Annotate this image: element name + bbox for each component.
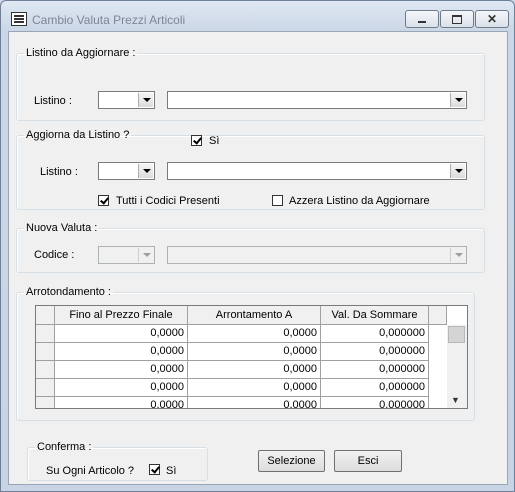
arrotondamento-legend: Arrotondamento : xyxy=(26,286,111,298)
aggiorna-si-label: Sì xyxy=(209,135,220,147)
conferma-group: Conferma : Su Ogni Articolo ? Sì xyxy=(27,441,208,481)
column-header[interactable]: Arrontamento A xyxy=(188,306,321,325)
arrotondamento-grid[interactable]: Fino al Prezzo Finale Arrontamento A Val… xyxy=(35,305,468,409)
grid-corner xyxy=(36,306,55,325)
close-button[interactable]: ✕ xyxy=(475,10,509,28)
chevron-down-icon[interactable] xyxy=(138,164,153,178)
listino-da-aggiornare-group: Listino da Aggiornare : Listino : xyxy=(16,47,485,121)
grid-cell[interactable]: 0,0000 xyxy=(188,379,321,397)
close-icon: ✕ xyxy=(486,12,498,26)
grid-cell[interactable]: 0,0000 xyxy=(55,397,188,408)
listino-label: Listino : xyxy=(34,95,72,107)
nuova-valuta-legend: Nuova Valuta : xyxy=(26,222,98,234)
grid-cell[interactable]: 0,000000 xyxy=(321,325,429,343)
conferma-si-checkbox[interactable] xyxy=(149,464,160,475)
row-selector[interactable] xyxy=(36,397,55,408)
column-header[interactable]: Val. Da Sommare xyxy=(321,306,429,325)
chevron-down-icon[interactable] xyxy=(450,248,465,262)
listino-da-aggiornare-legend: Listino da Aggiornare : xyxy=(26,47,136,59)
chevron-down-icon[interactable] xyxy=(450,164,465,178)
aggiorna-da-listino-legend: Aggiorna da Listino ? xyxy=(26,129,130,141)
grid-cell[interactable]: 0,0000 xyxy=(55,379,188,397)
selezione-button[interactable]: Selezione xyxy=(258,450,325,472)
grid-header-filler xyxy=(429,306,447,325)
conferma-si-label: Sì xyxy=(166,465,177,477)
client-area: Listino da Aggiornare : Listino : Aggior… xyxy=(8,31,508,485)
chevron-down-icon[interactable] xyxy=(138,93,153,107)
valuta-desc-combo[interactable] xyxy=(167,246,467,264)
azzera-listino-label: Azzera Listino da Aggiornare xyxy=(289,195,430,207)
title-bar[interactable]: Cambio Valuta Prezzi Articoli ✕ xyxy=(1,1,514,31)
aggiorna-si-checkbox[interactable] xyxy=(191,135,202,146)
grid-cell[interactable]: 0,0000 xyxy=(55,325,188,343)
minimize-icon xyxy=(418,20,426,23)
grid-cell[interactable]: 0,0000 xyxy=(188,325,321,343)
valuta-code-combo[interactable] xyxy=(98,246,155,264)
window-title: Cambio Valuta Prezzi Articoli xyxy=(32,13,186,27)
column-header[interactable]: Fino al Prezzo Finale xyxy=(55,306,188,325)
maximize-button[interactable] xyxy=(440,10,474,28)
aggiorna-listino-desc-combo[interactable] xyxy=(167,162,467,180)
codice-label: Codice : xyxy=(34,249,75,261)
scrollbar-thumb[interactable] xyxy=(448,326,465,343)
listino-desc-combo[interactable] xyxy=(167,91,467,109)
grid-cell[interactable]: 0,0000 xyxy=(188,343,321,361)
grid-cell[interactable]: 0,000000 xyxy=(321,361,429,379)
row-selector[interactable] xyxy=(36,361,55,379)
row-selector[interactable] xyxy=(36,379,55,397)
minimize-button[interactable] xyxy=(405,10,439,28)
listino-code-combo[interactable] xyxy=(98,91,155,109)
row-selector[interactable] xyxy=(36,343,55,361)
nuova-valuta-group: Nuova Valuta : Codice : xyxy=(16,222,485,273)
conferma-legend: Conferma : xyxy=(37,441,92,453)
grid-cell[interactable]: 0,0000 xyxy=(188,361,321,379)
row-selector[interactable] xyxy=(36,325,55,343)
grid-vertical-scrollbar[interactable]: ▼ xyxy=(447,325,467,408)
maximize-icon xyxy=(452,14,462,24)
tutti-codici-label: Tutti i Codici Presenti xyxy=(116,195,220,207)
grid-cell[interactable]: 0,000000 xyxy=(321,397,429,408)
chevron-down-icon[interactable] xyxy=(450,93,465,107)
tutti-codici-checkbox[interactable] xyxy=(98,195,109,206)
chevron-down-icon[interactable]: ▼ xyxy=(451,395,460,405)
main-window: Cambio Valuta Prezzi Articoli ✕ Listino … xyxy=(0,0,515,492)
listino-label-2: Listino : xyxy=(40,166,78,178)
aggiorna-listino-code-combo[interactable] xyxy=(98,162,155,180)
esci-button-label: Esci xyxy=(357,455,379,467)
selezione-button-label: Selezione xyxy=(267,455,316,467)
grid-cell[interactable]: 0,000000 xyxy=(321,343,429,361)
azzera-listino-checkbox[interactable] xyxy=(272,195,283,206)
grid-cell[interactable]: 0,0000 xyxy=(55,361,188,379)
su-ogni-articolo-label: Su Ogni Articolo ? xyxy=(46,465,135,477)
esci-button[interactable]: Esci xyxy=(334,450,402,472)
form-icon xyxy=(11,12,27,26)
aggiorna-da-listino-group: Aggiorna da Listino ? Sì Listino : Tutti… xyxy=(16,129,485,210)
grid-cell[interactable]: 0,000000 xyxy=(321,379,429,397)
chevron-down-icon[interactable] xyxy=(138,248,153,262)
grid-cell[interactable]: 0,0000 xyxy=(188,397,321,408)
grid-cell[interactable]: 0,0000 xyxy=(55,343,188,361)
